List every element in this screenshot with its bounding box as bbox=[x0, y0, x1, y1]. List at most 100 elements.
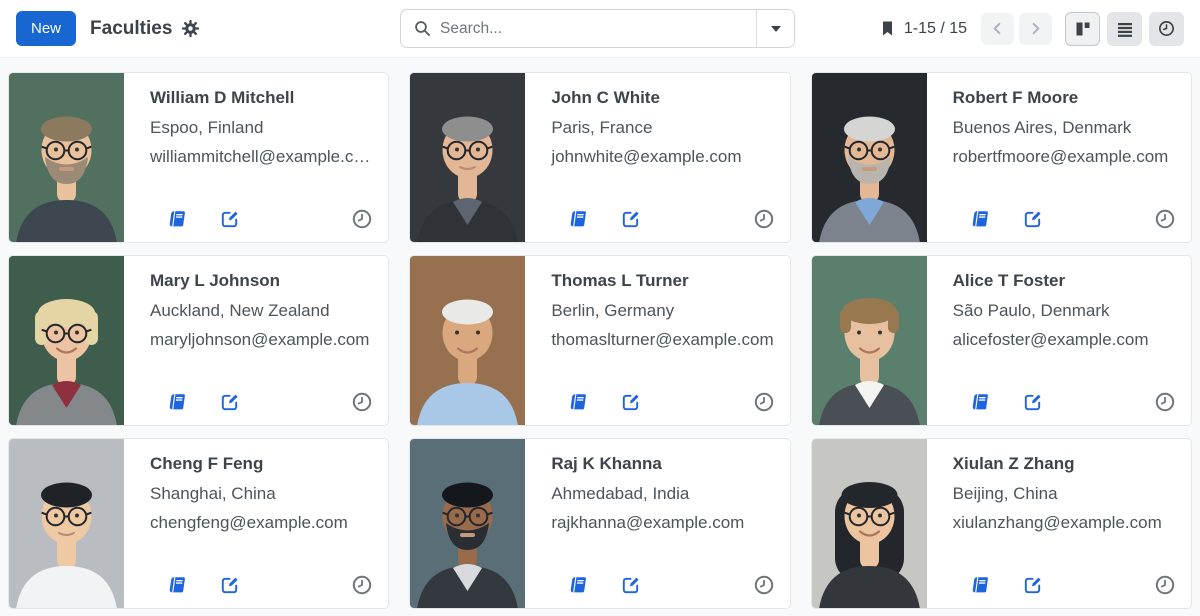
faculty-photo bbox=[410, 256, 525, 425]
faculty-name: Mary L Johnson bbox=[150, 271, 372, 291]
activity-button[interactable] bbox=[754, 209, 774, 229]
book-icon bbox=[569, 210, 588, 228]
faculty-name: John C White bbox=[551, 88, 773, 108]
faculty-card[interactable]: Xiulan Z Zhang Beijing, China xiulanzhan… bbox=[811, 438, 1192, 609]
faculty-card[interactable]: William D Mitchell Espoo, Finland willia… bbox=[8, 72, 389, 243]
faculty-card[interactable]: Thomas L Turner Berlin, Germany thomaslt… bbox=[409, 255, 790, 426]
book-icon bbox=[168, 210, 187, 228]
pager-next-button[interactable] bbox=[1019, 13, 1052, 45]
faculty-photo bbox=[9, 256, 124, 425]
book-button[interactable] bbox=[168, 576, 187, 594]
bookmark-icon[interactable] bbox=[880, 20, 895, 37]
faculty-card[interactable]: Cheng F Feng Shanghai, China chengfeng@e… bbox=[8, 438, 389, 609]
edit-icon bbox=[622, 393, 640, 411]
faculty-email: thomaslturner@example.com bbox=[551, 330, 773, 350]
activity-button[interactable] bbox=[1155, 209, 1175, 229]
book-button[interactable] bbox=[569, 210, 588, 228]
book-button[interactable] bbox=[971, 393, 990, 411]
edit-button[interactable] bbox=[221, 576, 239, 594]
faculty-location: Ahmedabad, India bbox=[551, 484, 773, 504]
edit-button[interactable] bbox=[221, 210, 239, 228]
edit-icon bbox=[1024, 393, 1042, 411]
view-list-button[interactable] bbox=[1107, 12, 1142, 46]
book-icon bbox=[569, 393, 588, 411]
faculty-card[interactable]: Robert F Moore Buenos Aires, Denmark rob… bbox=[811, 72, 1192, 243]
faculty-email: chengfeng@example.com bbox=[150, 513, 372, 533]
clock-icon bbox=[352, 209, 372, 229]
gear-icon bbox=[181, 19, 200, 38]
pager-prev-button[interactable] bbox=[981, 13, 1014, 45]
faculty-photo bbox=[9, 439, 124, 608]
clock-icon bbox=[754, 392, 774, 412]
list-view-icon bbox=[1117, 21, 1133, 37]
book-button[interactable] bbox=[569, 576, 588, 594]
book-icon bbox=[971, 393, 990, 411]
search-bar bbox=[400, 9, 795, 48]
book-button[interactable] bbox=[971, 210, 990, 228]
book-button[interactable] bbox=[168, 210, 187, 228]
edit-button[interactable] bbox=[1024, 393, 1042, 411]
faculty-email: johnwhite@example.com bbox=[551, 147, 773, 167]
edit-icon bbox=[622, 210, 640, 228]
faculty-name: William D Mitchell bbox=[150, 88, 372, 108]
view-activity-button[interactable] bbox=[1149, 12, 1184, 46]
activity-button[interactable] bbox=[1155, 575, 1175, 595]
caret-down-icon bbox=[771, 26, 781, 32]
search-input[interactable] bbox=[440, 20, 756, 38]
faculty-card[interactable]: Raj K Khanna Ahmedabad, India rajkhanna@… bbox=[409, 438, 790, 609]
clock-icon bbox=[1155, 209, 1175, 229]
edit-icon bbox=[1024, 210, 1042, 228]
activity-button[interactable] bbox=[1155, 392, 1175, 412]
activity-button[interactable] bbox=[352, 392, 372, 412]
edit-button[interactable] bbox=[622, 210, 640, 228]
clock-icon bbox=[754, 209, 774, 229]
edit-icon bbox=[1024, 576, 1042, 594]
settings-gear-button[interactable] bbox=[181, 19, 200, 38]
book-icon bbox=[971, 576, 990, 594]
search-icon bbox=[414, 20, 431, 37]
faculty-card[interactable]: John C White Paris, France johnwhite@exa… bbox=[409, 72, 790, 243]
pager-range: 1-15 / 15 bbox=[904, 20, 967, 38]
book-button[interactable] bbox=[569, 393, 588, 411]
new-button[interactable]: New bbox=[16, 11, 76, 46]
activity-button[interactable] bbox=[754, 392, 774, 412]
faculty-email: xiulanzhang@example.com bbox=[953, 513, 1175, 533]
book-button[interactable] bbox=[168, 393, 187, 411]
faculty-location: Shanghai, China bbox=[150, 484, 372, 504]
edit-icon bbox=[221, 393, 239, 411]
faculty-location: Paris, France bbox=[551, 118, 773, 138]
view-switcher bbox=[1065, 12, 1184, 46]
faculty-location: São Paulo, Denmark bbox=[953, 301, 1175, 321]
edit-icon bbox=[221, 576, 239, 594]
faculty-location: Auckland, New Zealand bbox=[150, 301, 372, 321]
edit-button[interactable] bbox=[221, 393, 239, 411]
edit-icon bbox=[221, 210, 239, 228]
book-icon bbox=[971, 210, 990, 228]
chevron-left-icon bbox=[990, 21, 1005, 36]
clock-icon bbox=[352, 392, 372, 412]
activity-button[interactable] bbox=[352, 209, 372, 229]
edit-button[interactable] bbox=[622, 576, 640, 594]
edit-button[interactable] bbox=[1024, 576, 1042, 594]
book-icon bbox=[569, 576, 588, 594]
faculty-email: maryljohnson@example.com bbox=[150, 330, 372, 350]
clock-icon bbox=[754, 575, 774, 595]
faculty-photo bbox=[410, 73, 525, 242]
faculty-photo bbox=[9, 73, 124, 242]
clock-icon bbox=[1155, 575, 1175, 595]
edit-button[interactable] bbox=[622, 393, 640, 411]
faculty-card[interactable]: Alice T Foster São Paulo, Denmark alicef… bbox=[811, 255, 1192, 426]
edit-button[interactable] bbox=[1024, 210, 1042, 228]
book-button[interactable] bbox=[971, 576, 990, 594]
activity-button[interactable] bbox=[352, 575, 372, 595]
faculty-name: Cheng F Feng bbox=[150, 454, 372, 474]
edit-icon bbox=[622, 576, 640, 594]
search-dropdown-button[interactable] bbox=[757, 10, 794, 47]
faculty-name: Raj K Khanna bbox=[551, 454, 773, 474]
faculty-card[interactable]: Mary L Johnson Auckland, New Zealand mar… bbox=[8, 255, 389, 426]
chevron-right-icon bbox=[1028, 21, 1043, 36]
faculty-email: alicefoster@example.com bbox=[953, 330, 1175, 350]
view-kanban-button[interactable] bbox=[1065, 12, 1100, 46]
kanban-view: William D Mitchell Espoo, Finland willia… bbox=[0, 58, 1200, 616]
activity-button[interactable] bbox=[754, 575, 774, 595]
